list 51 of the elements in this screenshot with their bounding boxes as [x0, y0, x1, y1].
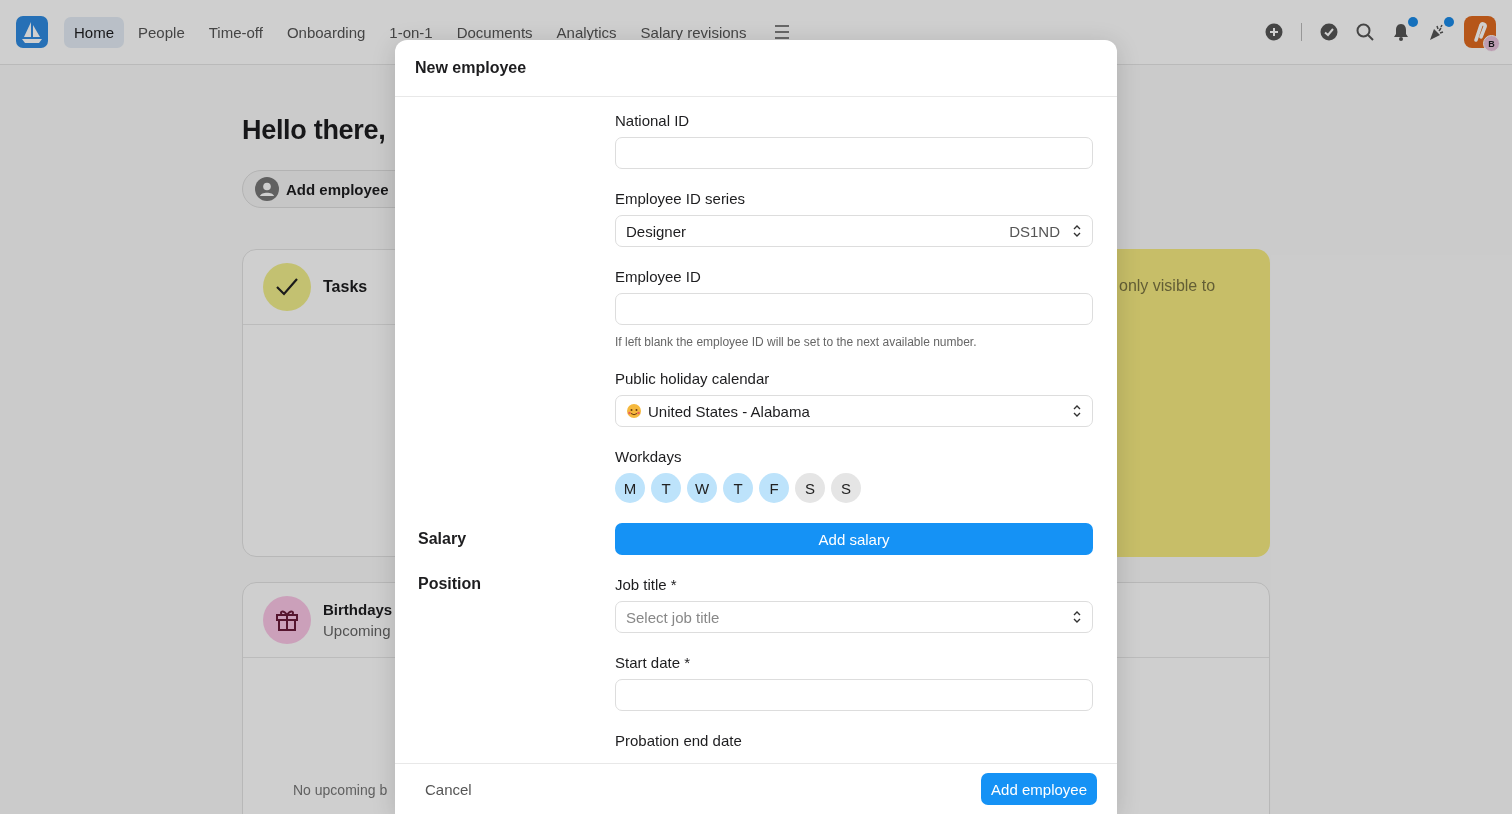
chevron-up-down-icon [1072, 224, 1082, 238]
cancel-button[interactable]: Cancel [415, 774, 482, 804]
weekday-toggle[interactable]: T [651, 473, 681, 503]
field-label: Probation end date [615, 731, 743, 751]
select-field[interactable]: Designer DS1ND [615, 215, 1093, 247]
weekday-toggle[interactable]: W [687, 473, 717, 503]
input-field[interactable] [615, 293, 1093, 325]
field-label: National ID [615, 111, 691, 131]
weekday-toggle[interactable]: T [723, 473, 753, 503]
field-label: Start date * [615, 653, 692, 673]
checkmark-icon [263, 263, 311, 311]
field-label: Public holiday calendar [615, 369, 771, 389]
dialog-title: New employee [415, 59, 527, 77]
menu-icon[interactable] [774, 25, 791, 39]
select-field[interactable]: United States - Alabama [615, 395, 1093, 427]
bell-icon[interactable] [1392, 23, 1410, 41]
add-icon[interactable] [1265, 23, 1283, 41]
chevron-up-down-icon [1072, 404, 1082, 418]
help-text: If left blank the employee ID will be set to the next available number. [615, 335, 978, 349]
sailboat-logo-icon[interactable] [16, 16, 48, 48]
select-field[interactable]: Select job title [615, 601, 1093, 633]
section-label: Salary [418, 529, 468, 549]
card-subtitle: Upcoming [323, 622, 392, 639]
input-field[interactable] [615, 679, 1093, 711]
weekday-toggle[interactable]: M [615, 473, 645, 503]
avatar-initial-badge: B [1483, 35, 1500, 52]
nav-tab[interactable]: Onboarding [276, 16, 376, 48]
greeting-heading: Hello there, [242, 115, 386, 146]
workspace-logo-icon [1472, 22, 1488, 42]
weekday-toggle[interactable]: S [831, 473, 861, 503]
input-field[interactable] [615, 137, 1093, 169]
search-icon[interactable] [1356, 23, 1374, 41]
check-circle-icon[interactable] [1320, 23, 1338, 41]
empty-state-text: No upcoming b [293, 782, 388, 798]
nav-tab[interactable]: Home [64, 16, 124, 48]
party-popper-icon[interactable] [1428, 23, 1446, 41]
person-icon [255, 177, 279, 201]
field-label: Job title * [615, 575, 678, 595]
chevron-up-down-icon [1072, 610, 1082, 624]
weekday-toggle[interactable]: F [759, 473, 789, 503]
card-title: Tasks [323, 278, 368, 296]
field-label: Employee ID series [615, 189, 747, 209]
nav-tab[interactable]: Time-off [198, 16, 273, 48]
note-text: only visible to [1119, 277, 1216, 294]
section-label: Position [418, 575, 483, 593]
weekday-toggle[interactable]: S [795, 473, 825, 503]
card-title: Birthdays [323, 601, 393, 618]
nav-tab[interactable]: People [128, 16, 195, 48]
field-label: Workdays [615, 447, 683, 467]
field-label: Employee ID [615, 267, 702, 287]
gift-icon [263, 596, 311, 644]
